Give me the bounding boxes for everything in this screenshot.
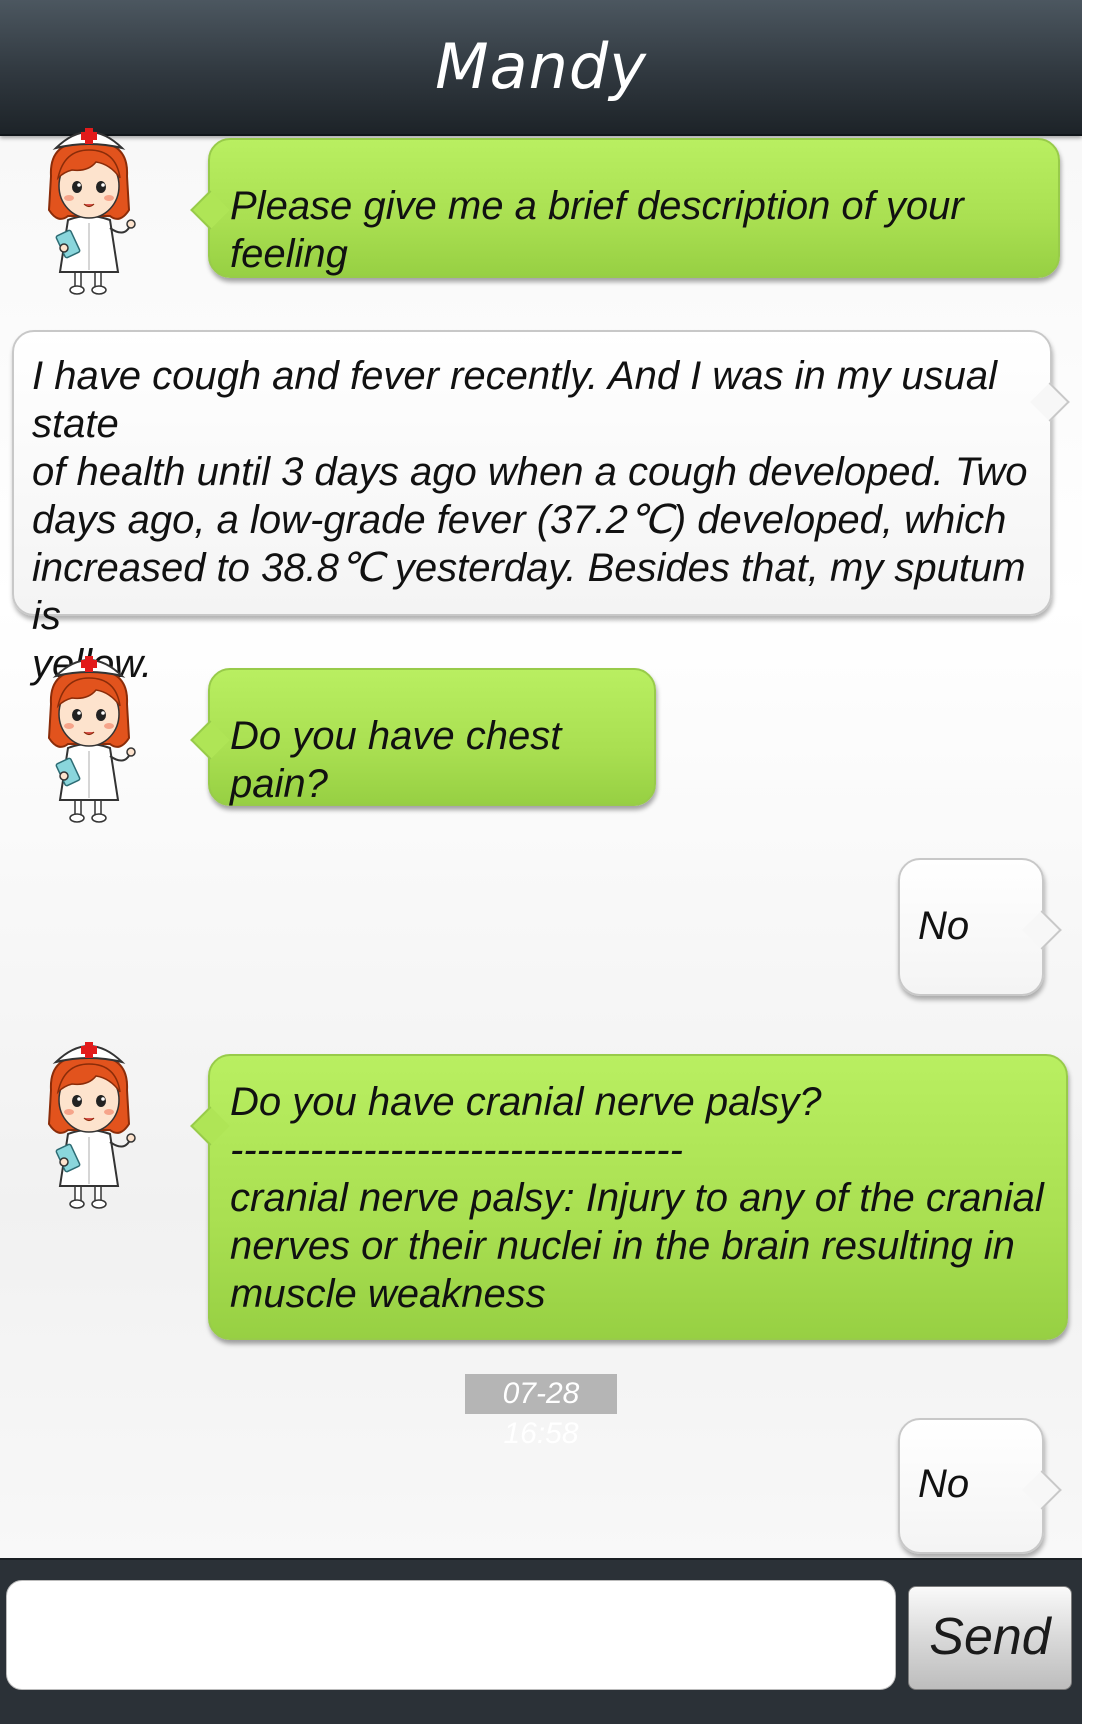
user-message-bubble: I have cough and fever recently. And I w… xyxy=(12,330,1070,686)
contact-name: Mandy xyxy=(435,30,647,103)
chat-screen: Mandy Please give me a brief description… xyxy=(0,0,1082,1724)
message-text: I have cough and fever recently. And I w… xyxy=(32,354,1028,686)
chat-header: Mandy xyxy=(0,0,1082,136)
nurse-avatar-icon xyxy=(34,648,144,830)
bubble-tail xyxy=(1030,382,1070,422)
message-text: Do you have cranial nerve palsy? -------… xyxy=(230,1080,1044,1316)
message-text: Do you have chest pain? xyxy=(230,714,573,806)
bot-message-bubble: Do you have chest pain? xyxy=(190,668,656,806)
bot-message-bubble: Do you have cranial nerve palsy? -------… xyxy=(190,1054,1068,1340)
message-composer: Send xyxy=(0,1558,1082,1724)
message-input[interactable] xyxy=(6,1580,896,1690)
nurse-avatar-icon xyxy=(34,1034,144,1216)
nurse-avatar-icon xyxy=(34,120,144,302)
bubble-tail xyxy=(1022,1470,1062,1510)
message-text: No xyxy=(918,904,970,948)
send-button[interactable]: Send xyxy=(908,1586,1072,1690)
message-text: No xyxy=(918,1462,970,1506)
bot-message-bubble: Please give me a brief description of yo… xyxy=(190,138,1060,278)
message-text: Please give me a brief description of yo… xyxy=(230,184,975,276)
bubble-tail xyxy=(190,720,230,760)
user-message-bubble: No xyxy=(898,1418,1062,1554)
bubble-tail xyxy=(190,190,230,230)
user-message-bubble: No xyxy=(898,858,1062,996)
message-timestamp: 07-28 16:58 xyxy=(465,1374,617,1450)
bubble-tail xyxy=(1022,910,1062,950)
bubble-tail xyxy=(190,1106,230,1146)
